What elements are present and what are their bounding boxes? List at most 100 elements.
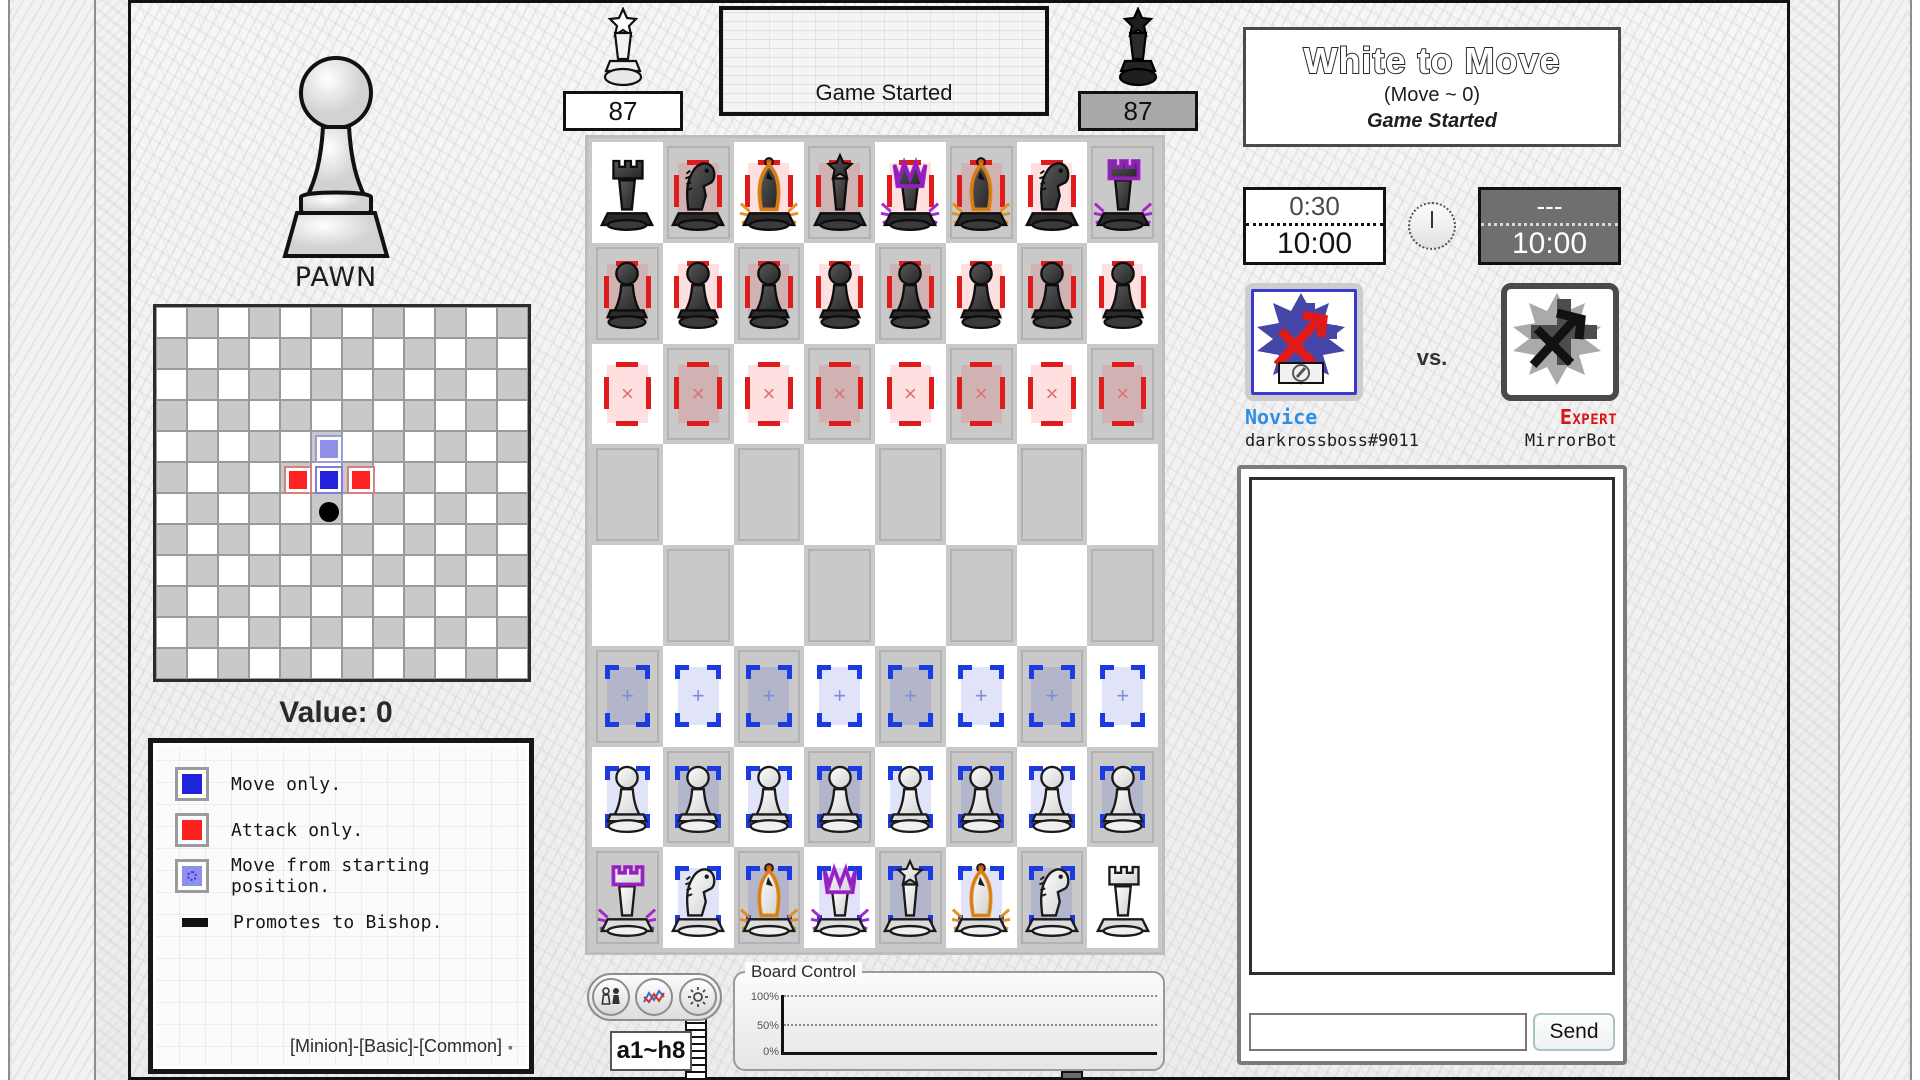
board-square-g5[interactable] <box>1016 444 1088 545</box>
black-pawn-piece[interactable] <box>738 253 800 333</box>
board-square-h5[interactable] <box>1087 444 1158 545</box>
board-square-h8[interactable] <box>1087 142 1158 243</box>
black-pawn-piece[interactable] <box>667 253 729 333</box>
white-pawn-piece[interactable] <box>879 757 941 837</box>
board-square-h2[interactable] <box>1087 746 1158 848</box>
board-square-c1[interactable] <box>733 847 805 948</box>
board-square-g7[interactable] <box>1016 242 1088 344</box>
white-pawn-piece[interactable] <box>738 757 800 837</box>
board-square-g6[interactable]: × <box>1016 343 1088 445</box>
board-square-h7[interactable] <box>1087 242 1158 344</box>
black-knight-piece[interactable] <box>1021 152 1083 232</box>
board-square-d2[interactable] <box>804 746 875 848</box>
board-square-d6[interactable]: × <box>804 343 875 445</box>
board-square-c7[interactable] <box>733 242 805 344</box>
black-bishop-piece[interactable] <box>950 152 1012 232</box>
white-knight-piece[interactable] <box>667 858 729 938</box>
graph-icon[interactable] <box>635 978 674 1016</box>
black-pawn-piece[interactable] <box>596 253 658 333</box>
board-square-g8[interactable] <box>1016 142 1088 243</box>
board-square-a5[interactable] <box>592 444 663 545</box>
board-square-e8[interactable] <box>875 142 946 243</box>
white-pawn-piece[interactable] <box>950 757 1012 837</box>
board-square-e3[interactable]: + <box>875 645 946 747</box>
board-square-a4[interactable] <box>592 545 663 646</box>
board-square-d3[interactable]: + <box>804 645 875 747</box>
board-square-e1[interactable] <box>875 847 946 948</box>
board-square-a7[interactable] <box>592 242 663 344</box>
board-square-b5[interactable] <box>662 444 734 545</box>
board-square-b7[interactable] <box>662 242 734 344</box>
board-square-d4[interactable] <box>804 545 875 646</box>
white-pawn-piece[interactable] <box>809 757 871 837</box>
board-square-e5[interactable] <box>875 444 946 545</box>
board-square-e2[interactable] <box>875 746 946 848</box>
black-bishop-piece[interactable] <box>738 152 800 232</box>
board-square-b2[interactable] <box>662 746 734 848</box>
black-pawn-piece[interactable] <box>1021 253 1083 333</box>
board-square-b6[interactable]: × <box>662 343 734 445</box>
chat-input[interactable] <box>1249 1013 1527 1051</box>
pieces-icon[interactable] <box>591 978 630 1016</box>
board-square-h1[interactable] <box>1087 847 1158 948</box>
black-pawn-piece[interactable] <box>1092 253 1154 333</box>
board-square-c3[interactable]: + <box>733 645 805 747</box>
board-square-b8[interactable] <box>662 142 734 243</box>
board-square-d7[interactable] <box>804 242 875 344</box>
black-pawn-piece[interactable] <box>879 253 941 333</box>
board-square-e6[interactable]: × <box>875 343 946 445</box>
avatar-white-player[interactable] <box>1245 283 1363 401</box>
board-square-e7[interactable] <box>875 242 946 344</box>
chess-board[interactable]: × × × × × × × × + + + + + + + + <box>592 142 1158 948</box>
white-pawn-piece[interactable] <box>667 757 729 837</box>
board-square-c8[interactable] <box>733 142 805 243</box>
board-square-c2[interactable] <box>733 746 805 848</box>
black-king-piece[interactable] <box>809 152 871 232</box>
white-clock[interactable]: 0:30 10:00 <box>1243 187 1386 265</box>
board-square-d5[interactable] <box>804 444 875 545</box>
board-square-f2[interactable] <box>945 746 1017 848</box>
white-rook-piece[interactable] <box>596 858 658 938</box>
board-square-b1[interactable] <box>662 847 734 948</box>
board-square-f6[interactable]: × <box>945 343 1017 445</box>
board-square-c5[interactable] <box>733 444 805 545</box>
board-square-f5[interactable] <box>945 444 1017 545</box>
board-square-f4[interactable] <box>945 545 1017 646</box>
black-pawn-piece[interactable] <box>809 253 871 333</box>
board-square-a2[interactable] <box>592 746 663 848</box>
board-square-h4[interactable] <box>1087 545 1158 646</box>
board-square-f3[interactable]: + <box>945 645 1017 747</box>
white-king-piece[interactable] <box>879 858 941 938</box>
board-square-g2[interactable] <box>1016 746 1088 848</box>
board-square-g3[interactable]: + <box>1016 645 1088 747</box>
board-square-b3[interactable]: + <box>662 645 734 747</box>
board-square-e4[interactable] <box>875 545 946 646</box>
chat-log[interactable] <box>1249 477 1615 975</box>
black-rook-piece[interactable] <box>1092 152 1154 232</box>
white-pawn-piece[interactable] <box>1092 757 1154 837</box>
board-square-f7[interactable] <box>945 242 1017 344</box>
black-knight-piece[interactable] <box>667 152 729 232</box>
board-square-f8[interactable] <box>945 142 1017 243</box>
black-queen-piece[interactable] <box>879 152 941 232</box>
board-square-h3[interactable]: + <box>1087 645 1158 747</box>
board-square-a3[interactable]: + <box>592 645 663 747</box>
black-clock[interactable]: --- 10:00 <box>1478 187 1621 265</box>
board-square-c6[interactable]: × <box>733 343 805 445</box>
white-bishop-piece[interactable] <box>950 858 1012 938</box>
board-square-c4[interactable] <box>733 545 805 646</box>
board-square-a6[interactable]: × <box>592 343 663 445</box>
board-square-f1[interactable] <box>945 847 1017 948</box>
board-square-d8[interactable] <box>804 142 875 243</box>
white-pawn-piece[interactable] <box>596 757 658 837</box>
white-pawn-piece[interactable] <box>1021 757 1083 837</box>
board-square-a8[interactable] <box>592 142 663 243</box>
board-square-g4[interactable] <box>1016 545 1088 646</box>
white-knight-piece[interactable] <box>1021 858 1083 938</box>
board-square-g1[interactable] <box>1016 847 1088 948</box>
gear-icon[interactable] <box>679 978 718 1016</box>
avatar-black-player[interactable] <box>1501 283 1619 401</box>
send-button[interactable]: Send <box>1533 1013 1615 1051</box>
board-square-b4[interactable] <box>662 545 734 646</box>
board-square-h6[interactable]: × <box>1087 343 1158 445</box>
